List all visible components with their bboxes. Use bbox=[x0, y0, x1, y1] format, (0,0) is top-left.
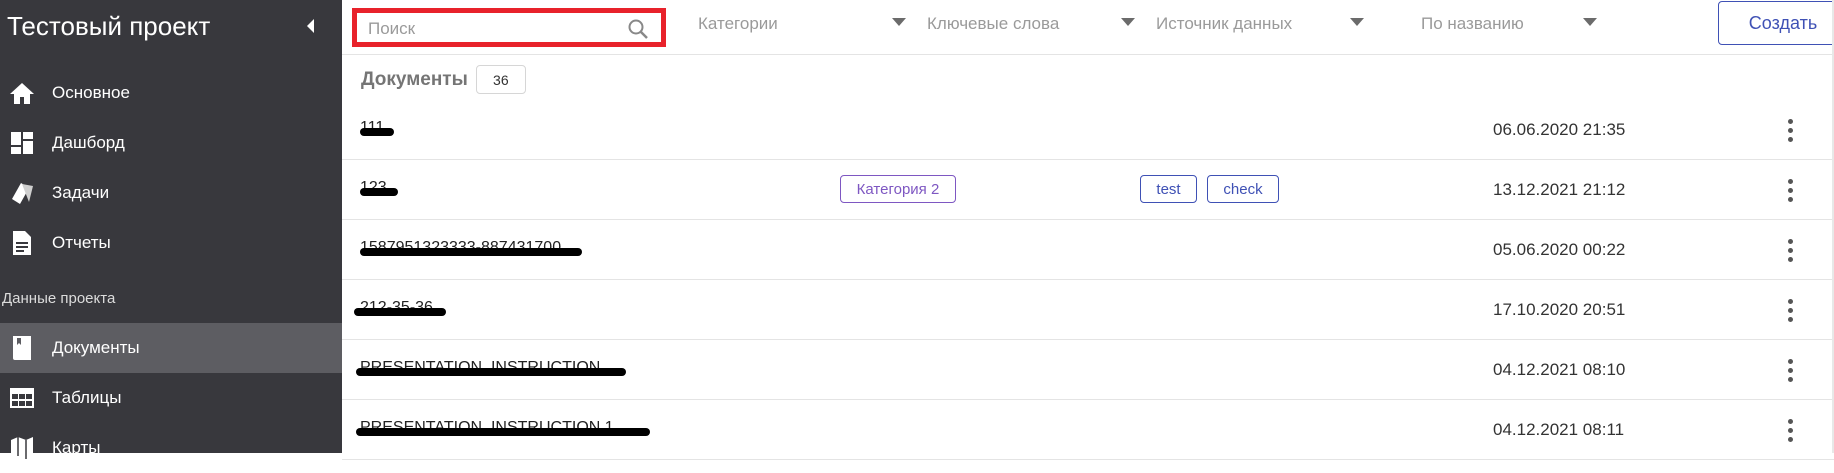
sidebar-item-dashboard[interactable]: Дашборд bbox=[0, 118, 342, 168]
book-icon bbox=[8, 334, 36, 362]
document-date: 04.12.2021 08:11 bbox=[1493, 420, 1625, 439]
more-vert-icon[interactable] bbox=[1776, 235, 1804, 265]
redaction-mark bbox=[354, 308, 446, 316]
document-date: 05.06.2020 00:22 bbox=[1493, 240, 1626, 259]
keywords-filter[interactable]: Ключевые слова bbox=[927, 12, 1137, 36]
redaction-mark bbox=[360, 248, 582, 256]
sidebar-item-tables[interactable]: Таблицы bbox=[0, 373, 342, 423]
sort-select[interactable]: По названию bbox=[1421, 12, 1601, 36]
categories-filter[interactable]: Категории bbox=[698, 12, 908, 36]
chevron-left-icon bbox=[307, 19, 314, 33]
sidebar-item-label: Задачи bbox=[52, 183, 110, 202]
sidebar-item-tasks[interactable]: Задачи bbox=[0, 168, 342, 218]
sidebar-item-label: Отчеты bbox=[52, 233, 111, 252]
data-source-filter[interactable]: Источник данных bbox=[1156, 12, 1366, 36]
document-date: 06.06.2020 21:35 bbox=[1493, 120, 1626, 139]
search-input[interactable]: Поиск bbox=[352, 8, 666, 47]
redaction-mark bbox=[360, 188, 398, 196]
redaction-mark bbox=[360, 128, 394, 136]
sidebar-item-label: Основное bbox=[52, 83, 130, 102]
list-item[interactable]: PRESENTATION_INSTRUCTION 04.12.2021 08:1… bbox=[342, 340, 1834, 400]
more-vert-icon[interactable] bbox=[1776, 295, 1804, 325]
project-title: Тестовый проект bbox=[7, 10, 211, 41]
filter-label: Ключевые слова bbox=[927, 14, 1060, 33]
sidebar-item-label: Документы bbox=[52, 338, 140, 357]
list-item[interactable]: 212-35-36 17.10.2020 20:51 bbox=[342, 280, 1834, 340]
category-chip[interactable]: Категория 2 bbox=[840, 175, 956, 203]
document-date: 17.10.2020 20:51 bbox=[1493, 300, 1626, 319]
list-item[interactable]: 111 06.06.2020 21:35 bbox=[342, 100, 1834, 160]
sidebar-item-documents[interactable]: Документы bbox=[0, 323, 342, 373]
collapse-sidebar-button[interactable] bbox=[296, 11, 326, 41]
map-icon bbox=[8, 434, 36, 462]
redaction-mark bbox=[356, 428, 650, 436]
list-item[interactable]: 123 Категория 2 test check 13.12.2021 21… bbox=[342, 160, 1834, 220]
search-icon bbox=[628, 19, 648, 39]
filter-label: Категории bbox=[698, 14, 778, 33]
sidebar-item-main[interactable]: Основное bbox=[0, 68, 342, 118]
redaction-mark bbox=[356, 368, 626, 376]
chevron-down-icon bbox=[1121, 18, 1135, 26]
chevron-down-icon bbox=[1350, 18, 1364, 26]
main-content: Поиск Категории Ключевые слова Источник … bbox=[342, 0, 1834, 460]
documents-count-badge: 36 bbox=[475, 65, 526, 94]
sidebar-item-maps[interactable]: Карты bbox=[0, 423, 342, 473]
search-placeholder: Поиск bbox=[368, 19, 416, 38]
chevron-down-icon bbox=[892, 18, 906, 26]
documents-list: 111 06.06.2020 21:35 123 Категория 2 tes… bbox=[342, 100, 1834, 460]
home-icon bbox=[8, 79, 36, 107]
sidebar-item-reports[interactable]: Отчеты bbox=[0, 218, 342, 268]
chevron-down-icon bbox=[1583, 18, 1597, 26]
tag-chip[interactable]: check bbox=[1207, 175, 1279, 203]
table-icon bbox=[8, 384, 36, 412]
dashboard-icon bbox=[8, 129, 36, 157]
sidebar: Тестовый проект Основное Дашборд Задачи … bbox=[0, 0, 342, 459]
sidebar-item-label: Дашборд bbox=[52, 133, 125, 152]
document-date: 13.12.2021 21:12 bbox=[1493, 180, 1626, 199]
tasks-icon bbox=[8, 179, 36, 207]
more-vert-icon[interactable] bbox=[1776, 355, 1804, 385]
list-item[interactable]: PRESENTATION_INSTRUCTION 1 04.12.2021 08… bbox=[342, 400, 1834, 460]
report-icon bbox=[8, 229, 36, 257]
sidebar-item-label: Таблицы bbox=[52, 388, 122, 407]
create-button[interactable]: Создать bbox=[1718, 1, 1834, 45]
filter-label: Источник данных bbox=[1156, 14, 1293, 33]
sidebar-header: Тестовый проект bbox=[0, 0, 342, 52]
tag-chip[interactable]: test bbox=[1140, 175, 1197, 203]
toolbar: Поиск Категории Ключевые слова Источник … bbox=[342, 0, 1834, 55]
list-item[interactable]: 1587951323333-887431700 05.06.2020 00:22 bbox=[342, 220, 1834, 280]
sidebar-section-title: Данные проекта bbox=[2, 289, 116, 307]
sort-label: По названию bbox=[1421, 14, 1524, 33]
more-vert-icon[interactable] bbox=[1776, 175, 1804, 205]
more-vert-icon[interactable] bbox=[1776, 115, 1804, 145]
page-title: Документы bbox=[361, 68, 468, 90]
documents-header: Документы 36 bbox=[361, 65, 526, 94]
more-vert-icon[interactable] bbox=[1776, 415, 1804, 445]
document-date: 04.12.2021 08:10 bbox=[1493, 360, 1626, 379]
sidebar-item-label: Карты bbox=[52, 438, 101, 457]
